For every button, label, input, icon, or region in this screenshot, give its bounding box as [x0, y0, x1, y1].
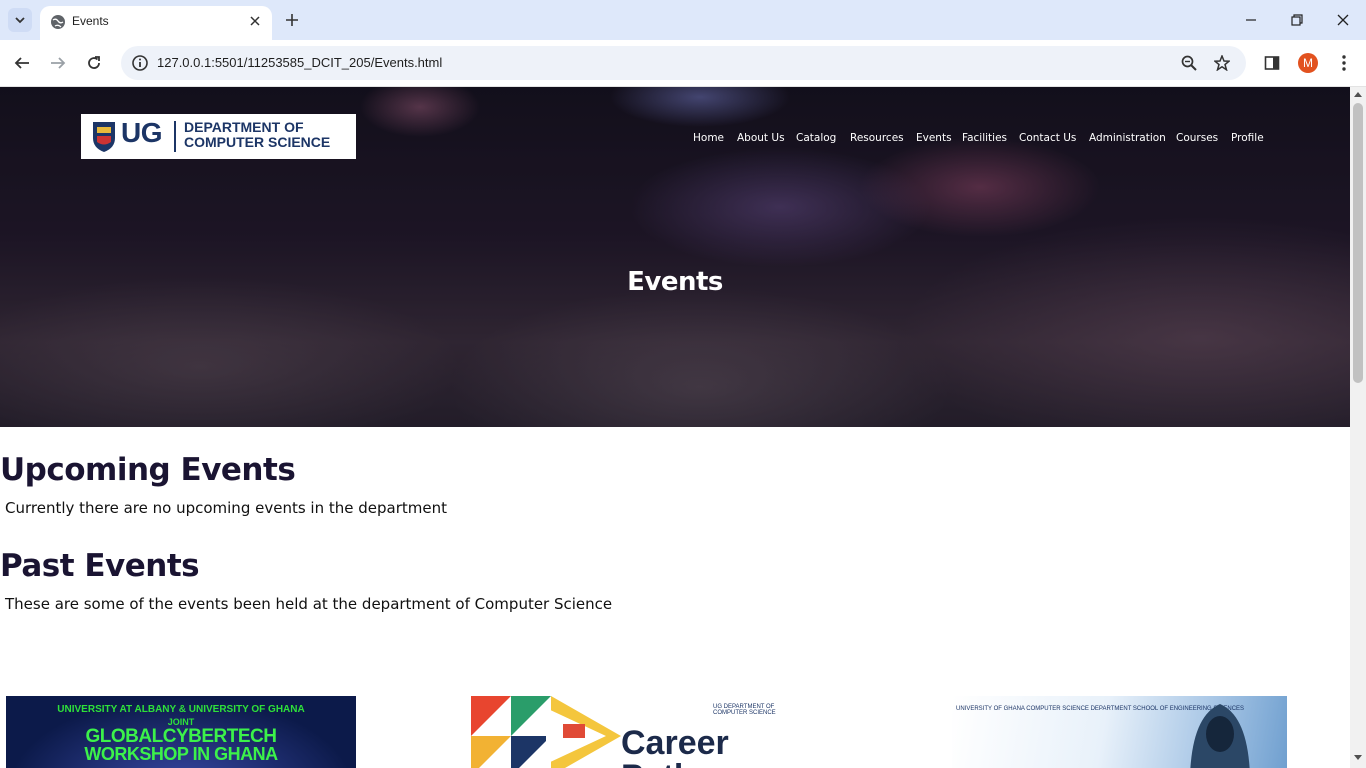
- nav-courses[interactable]: Courses: [1176, 132, 1218, 144]
- browser-toolbar: 127.0.0.1:5501/11253585_DCIT_205/Events.…: [0, 40, 1366, 87]
- page-scrollbar[interactable]: [1350, 87, 1366, 768]
- nav-profile[interactable]: Profile: [1231, 132, 1264, 144]
- minimize-button[interactable]: [1241, 10, 1261, 30]
- past-events-heading: Past Events: [0, 548, 200, 584]
- nav-about-us[interactable]: About Us: [737, 132, 785, 144]
- nav-resources[interactable]: Resources: [850, 132, 904, 144]
- event-image-caption: UNIVERSITY AT ALBANY & UNIVERSITY OF GHA…: [57, 704, 305, 715]
- nav-events[interactable]: Events: [916, 132, 952, 144]
- event-image-caption: Career Path: [621, 724, 729, 768]
- zoom-icon: [1181, 55, 1197, 71]
- menu-button[interactable]: [1333, 52, 1355, 74]
- tab-search-button[interactable]: [8, 8, 32, 32]
- hero-banner: UG DEPARTMENT OF COMPUTER SCIENCE Home A…: [0, 87, 1350, 427]
- close-icon: [1337, 14, 1349, 26]
- back-button[interactable]: [11, 52, 33, 74]
- page-viewport: UG DEPARTMENT OF COMPUTER SCIENCE Home A…: [0, 87, 1350, 768]
- nav-contact-us[interactable]: Contact Us: [1019, 132, 1076, 144]
- event-image-career-path[interactable]: UG DEPARTMENT OF COMPUTER SCIENCE Career…: [471, 696, 806, 768]
- chevron-down-icon: [15, 17, 25, 24]
- active-tab[interactable]: Events: [40, 6, 272, 40]
- close-icon: [250, 16, 260, 26]
- main-nav: Home About Us Catalog Resources Events F…: [0, 132, 1350, 148]
- upcoming-events-heading: Upcoming Events: [0, 452, 296, 488]
- scroll-down-icon[interactable]: [1354, 755, 1362, 760]
- new-tab-button[interactable]: [282, 10, 302, 30]
- reload-icon: [88, 56, 100, 69]
- tab-title: Events: [72, 14, 109, 28]
- upcoming-events-text: Currently there are no upcoming events i…: [5, 499, 447, 517]
- nav-facilities[interactable]: Facilities: [962, 132, 1007, 144]
- close-window-button[interactable]: [1333, 10, 1353, 30]
- forward-button[interactable]: [47, 52, 69, 74]
- restore-button[interactable]: [1287, 10, 1307, 30]
- star-icon: [1214, 55, 1230, 71]
- side-panel-icon: [1264, 56, 1280, 70]
- event-image-caption: UG DEPARTMENT OF COMPUTER SCIENCE: [713, 704, 776, 716]
- bookmark-button[interactable]: [1212, 53, 1232, 73]
- close-tab-button[interactable]: [246, 12, 264, 30]
- restore-icon: [1291, 14, 1303, 26]
- event-image-caption: WORKSHOP IN GHANA: [84, 744, 278, 764]
- event-image-globalcybertech[interactable]: UNIVERSITY AT ALBANY & UNIVERSITY OF GHA…: [6, 696, 356, 768]
- nav-catalog[interactable]: Catalog: [796, 132, 836, 144]
- arrow-left-icon: [14, 57, 29, 69]
- minimize-icon: [1246, 19, 1256, 21]
- globe-icon: [51, 15, 65, 29]
- zoom-button[interactable]: [1179, 53, 1199, 73]
- plus-icon: [286, 14, 298, 26]
- address-bar[interactable]: 127.0.0.1:5501/11253585_DCIT_205/Events.…: [121, 46, 1246, 80]
- past-events-text: These are some of the events been held a…: [5, 595, 613, 613]
- kebab-menu-icon: [1342, 55, 1346, 71]
- scroll-thumb[interactable]: [1353, 103, 1363, 383]
- nav-administration[interactable]: Administration: [1089, 132, 1166, 144]
- nav-home[interactable]: Home: [693, 132, 724, 144]
- avatar[interactable]: M: [1298, 53, 1318, 73]
- side-panel-button[interactable]: [1261, 52, 1283, 74]
- hooded-figure-icon: [1190, 704, 1250, 768]
- page-title: Events: [627, 267, 723, 297]
- reload-button[interactable]: [83, 52, 105, 74]
- tab-strip: Events: [0, 0, 1366, 40]
- arrow-right-icon: [51, 57, 66, 69]
- scroll-up-icon[interactable]: [1354, 92, 1362, 97]
- url-text[interactable]: 127.0.0.1:5501/11253585_DCIT_205/Events.…: [157, 55, 442, 70]
- info-icon[interactable]: [131, 54, 149, 72]
- event-image-cybersecurity[interactable]: UNIVERSITY OF GHANA COMPUTER SCIENCE DEP…: [952, 696, 1287, 768]
- geometric-pattern: [471, 696, 621, 768]
